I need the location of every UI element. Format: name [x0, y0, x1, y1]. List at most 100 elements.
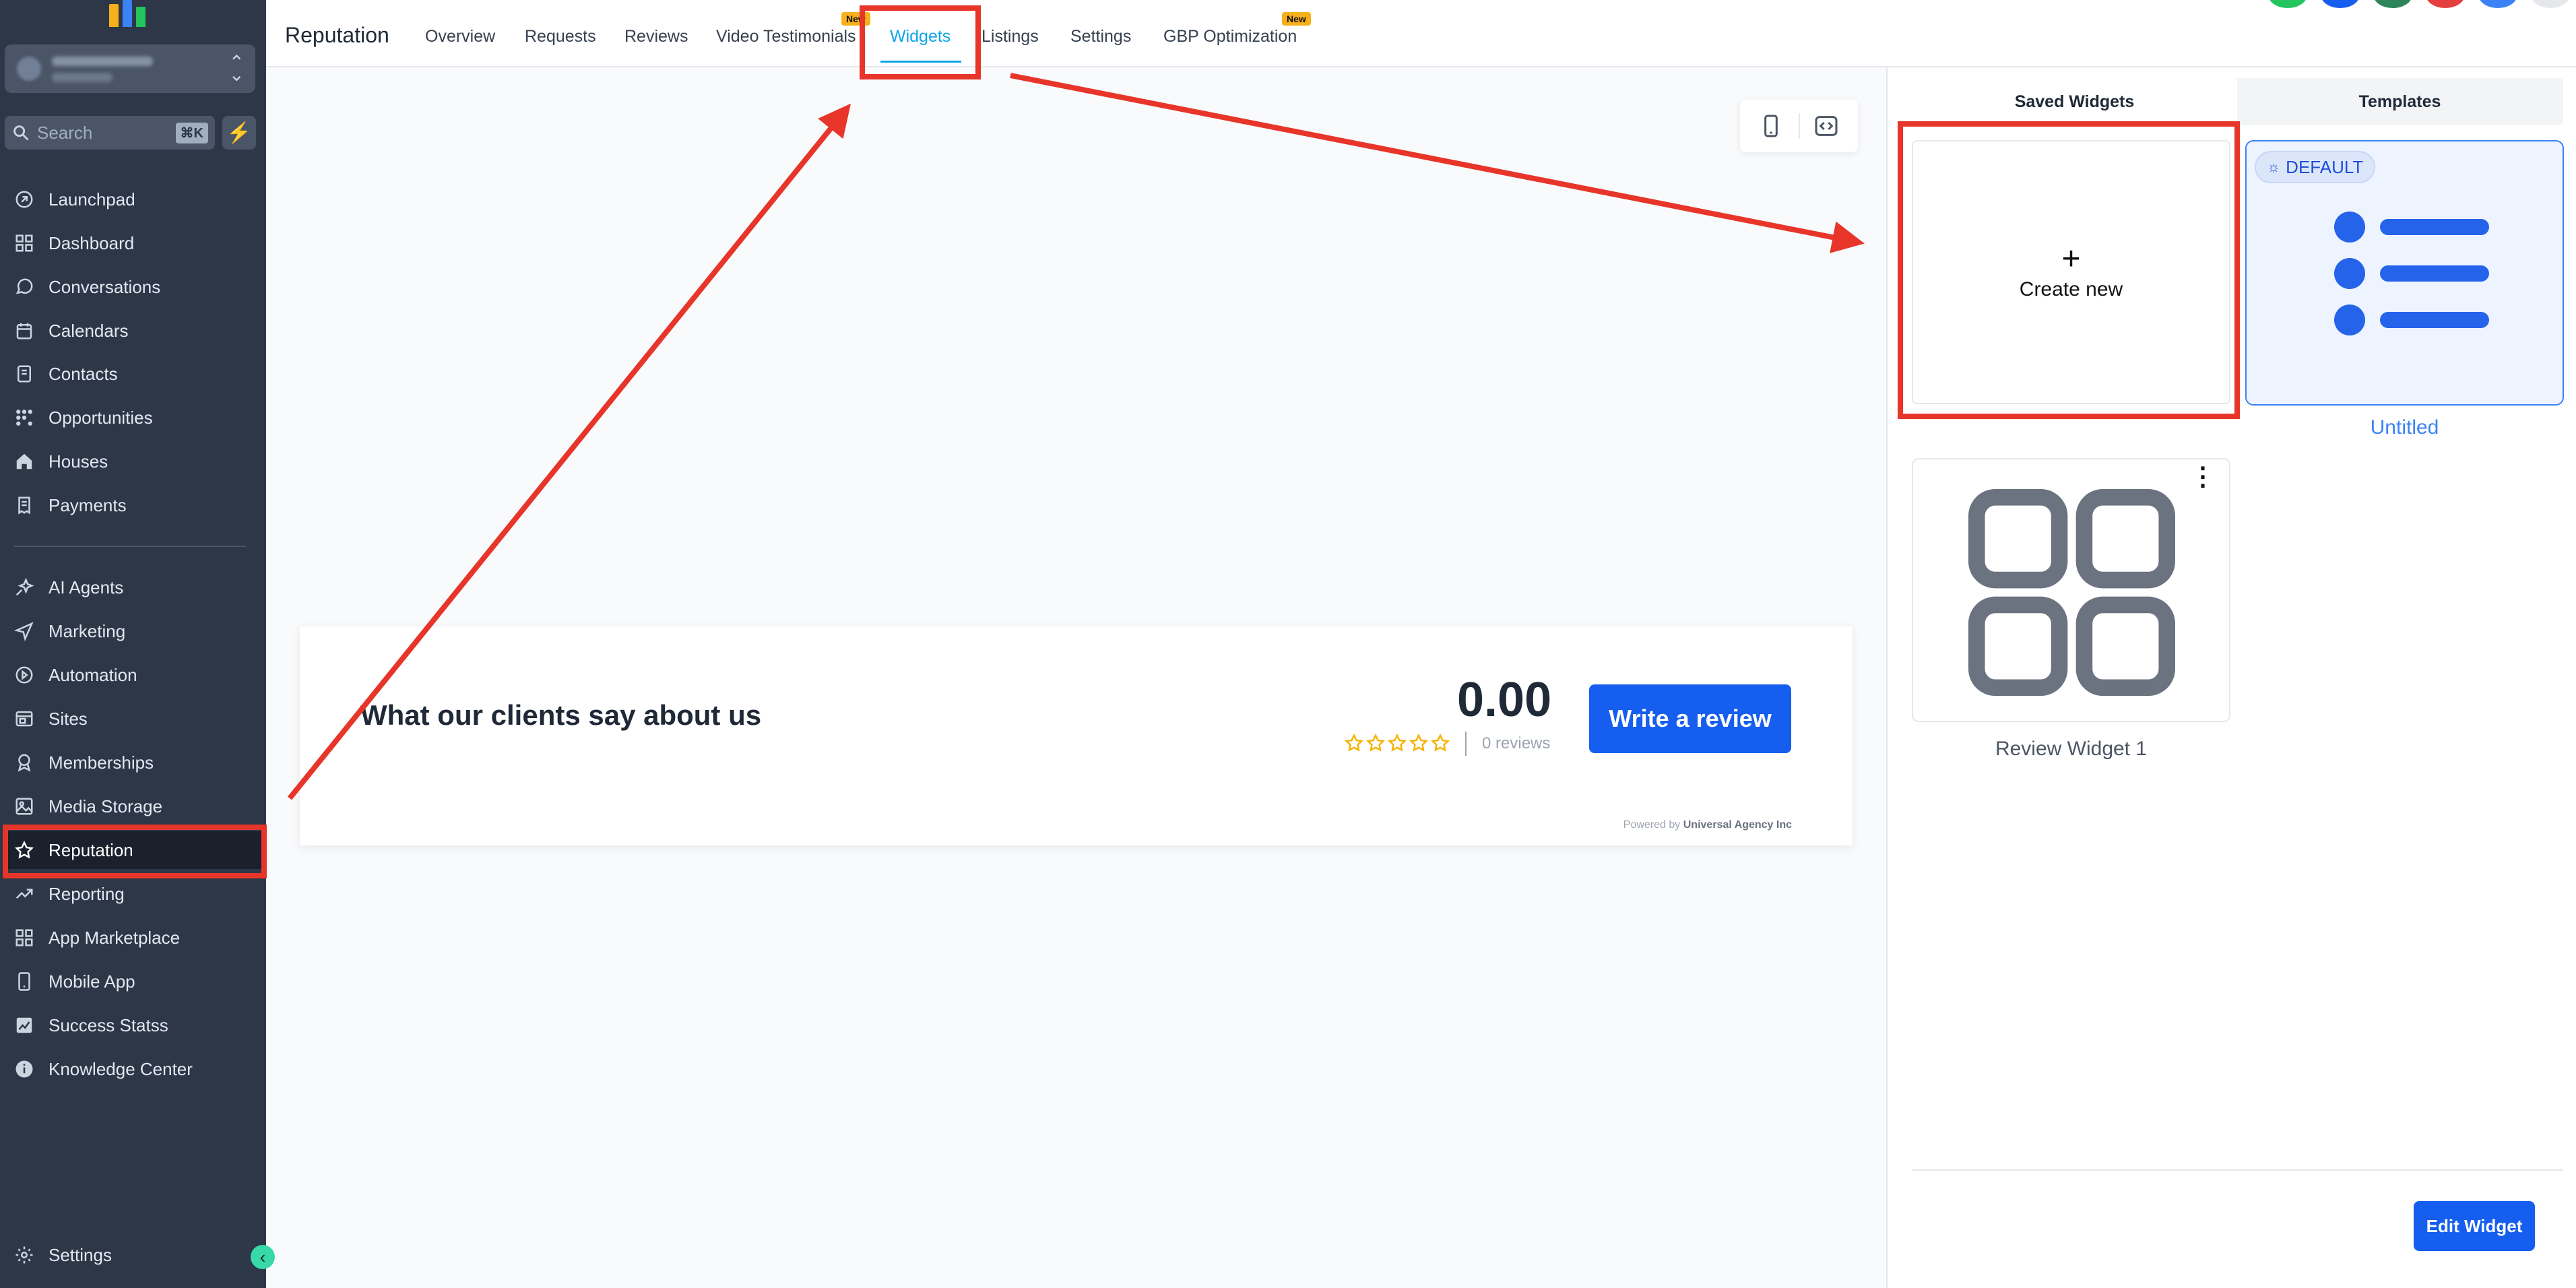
header-action-icon[interactable]: [2373, 0, 2412, 8]
new-badge: New: [841, 12, 870, 26]
pipeline-icon: [13, 407, 35, 428]
tab-templates[interactable]: Templates: [2237, 78, 2563, 125]
page-title: Reputation: [285, 23, 389, 47]
sidebar-item-contacts[interactable]: Contacts: [5, 355, 264, 393]
sidebar-item-media-storage[interactable]: Media Storage: [5, 787, 264, 825]
template-preview-row: [2334, 304, 2489, 335]
tab-widgets[interactable]: Widgets: [890, 27, 951, 46]
write-review-button[interactable]: Write a review: [1589, 684, 1791, 753]
embed-code-icon[interactable]: [1813, 112, 1840, 139]
sidebar-item-marketing[interactable]: Marketing: [5, 612, 264, 650]
sidebar-item-label: Houses: [49, 451, 108, 472]
sidebar-item-label: Reporting: [49, 883, 125, 904]
sidebar-item-dashboard[interactable]: Dashboard: [5, 224, 264, 262]
panel-tabs: Saved Widgets Templates: [1912, 78, 2563, 125]
star-outline-icon: [1409, 733, 1428, 752]
sidebar-item-automation[interactable]: Automation: [5, 656, 264, 694]
top-navigation: Reputation Overview Requests Reviews Vid…: [266, 0, 2576, 67]
sidebar-item-calendars[interactable]: Calendars: [5, 312, 264, 350]
collapse-sidebar-button[interactable]: ‹: [251, 1245, 275, 1269]
star-icon: [13, 839, 35, 861]
sidebar-item-houses[interactable]: Houses: [5, 443, 264, 480]
sidebar-item-ai-agents[interactable]: AI Agents: [5, 569, 264, 606]
saved-widget-card[interactable]: ⋮: [1912, 458, 2230, 722]
sidebar-item-knowledge-center[interactable]: Knowledge Center: [5, 1050, 264, 1088]
quick-action-bolt-icon[interactable]: ⚡: [222, 116, 256, 150]
saved-widget-name[interactable]: Review Widget 1: [1912, 738, 2230, 761]
account-switcher[interactable]: ⌃ ⌄: [5, 44, 255, 93]
create-new-label: Create new: [2019, 278, 2123, 300]
sidebar-item-label: Success Statss: [49, 1015, 168, 1035]
search-input[interactable]: Search ⌘K: [5, 116, 215, 150]
brand-logo: [108, 0, 155, 27]
sidebar-item-launchpad[interactable]: Launchpad: [5, 181, 264, 218]
preview-toolbar: [1740, 100, 1858, 152]
account-name-redacted: [52, 57, 153, 66]
sidebar-item-opportunities[interactable]: Opportunities: [5, 399, 264, 437]
create-new-widget-card[interactable]: + Create new: [1912, 140, 2230, 404]
search-icon: [13, 125, 29, 141]
header-action-icon[interactable]: [2426, 0, 2465, 8]
sidebar-item-label: Dashboard: [49, 232, 135, 253]
tab-listings[interactable]: Listings: [981, 27, 1039, 46]
sidebar-item-reporting[interactable]: Reporting: [5, 875, 264, 913]
sidebar-item-settings[interactable]: Settings: [5, 1236, 264, 1274]
trend-icon: [13, 883, 35, 905]
widget-heading: What our clients say about us: [360, 699, 762, 731]
sidebar-item-label: Contacts: [49, 363, 118, 384]
more-options-icon[interactable]: ⋮: [2190, 464, 2216, 490]
tab-settings[interactable]: Settings: [1070, 27, 1131, 46]
tab-reviews[interactable]: Reviews: [624, 27, 688, 46]
receipt-icon: [13, 494, 35, 516]
template-name[interactable]: Untitled: [2245, 416, 2564, 439]
header-action-icon[interactable]: [2321, 0, 2360, 8]
user-avatar[interactable]: [2531, 0, 2570, 8]
calendar-icon: [13, 320, 35, 342]
tab-requests[interactable]: Requests: [525, 27, 596, 46]
sidebar-item-label: Media Storage: [49, 796, 163, 816]
sidebar-item-reputation[interactable]: Reputation: [5, 831, 264, 869]
mobile-preview-icon[interactable]: [1758, 112, 1784, 139]
star-outline-icon: [1366, 733, 1385, 752]
sidebar-item-memberships[interactable]: Memberships: [5, 744, 264, 781]
search-shortcut: ⌘K: [175, 122, 208, 143]
template-card-default[interactable]: ☼ DEFAULT: [2245, 140, 2564, 406]
sidebar-item-payments[interactable]: Payments: [5, 486, 264, 524]
tab-overview[interactable]: Overview: [425, 27, 495, 46]
sidebar-item-label: Mobile App: [49, 971, 135, 992]
sidebar-item-label: App Marketplace: [49, 927, 181, 948]
header-action-icon[interactable]: [2268, 0, 2307, 8]
active-tab-indicator: [880, 61, 961, 63]
image-icon: [13, 796, 35, 817]
widget-grid-icon: [1968, 489, 2175, 696]
automation-icon: [13, 664, 35, 686]
sidebar-item-app-marketplace[interactable]: App Marketplace: [5, 919, 264, 957]
sidebar-item-label: Marketing: [49, 620, 126, 641]
sidebar-item-mobile-app[interactable]: Mobile App: [5, 963, 264, 1000]
sidebar-item-label: Sites: [49, 708, 88, 729]
header-action-icon[interactable]: [2478, 0, 2517, 8]
star-outline-icon: [1431, 733, 1450, 752]
sidebar-item-label: Automation: [49, 664, 137, 685]
sidebar-item-sites[interactable]: Sites: [5, 700, 264, 738]
sidebar-divider: [13, 546, 246, 547]
sidebar-item-conversations[interactable]: Conversations: [5, 268, 264, 306]
grid-icon: [13, 232, 35, 254]
gear-icon: [13, 1244, 35, 1266]
powered-by-brand[interactable]: Universal Agency Inc: [1683, 819, 1792, 831]
account-avatar: [17, 57, 41, 81]
star-outline-icon: [1388, 733, 1407, 752]
average-rating: 0.00: [1457, 673, 1552, 727]
tab-saved-widgets[interactable]: Saved Widgets: [1912, 78, 2237, 125]
sidebar-item-success-statss[interactable]: Success Statss: [5, 1006, 264, 1044]
sidebar-item-label: Conversations: [49, 276, 161, 297]
edit-widget-button[interactable]: Edit Widget: [2414, 1201, 2535, 1251]
rating-stars: [1344, 733, 1450, 753]
sidebar-item-label: Launchpad: [49, 189, 135, 210]
rating-divider: [1465, 732, 1467, 756]
tab-gbp-optimization[interactable]: GBP Optimization: [1163, 27, 1297, 46]
tab-video-testimonials[interactable]: Video Testimonials: [716, 27, 856, 46]
chat-icon: [13, 276, 35, 298]
plus-icon: +: [2061, 241, 2081, 277]
powered-by-prefix: Powered by: [1623, 819, 1681, 831]
